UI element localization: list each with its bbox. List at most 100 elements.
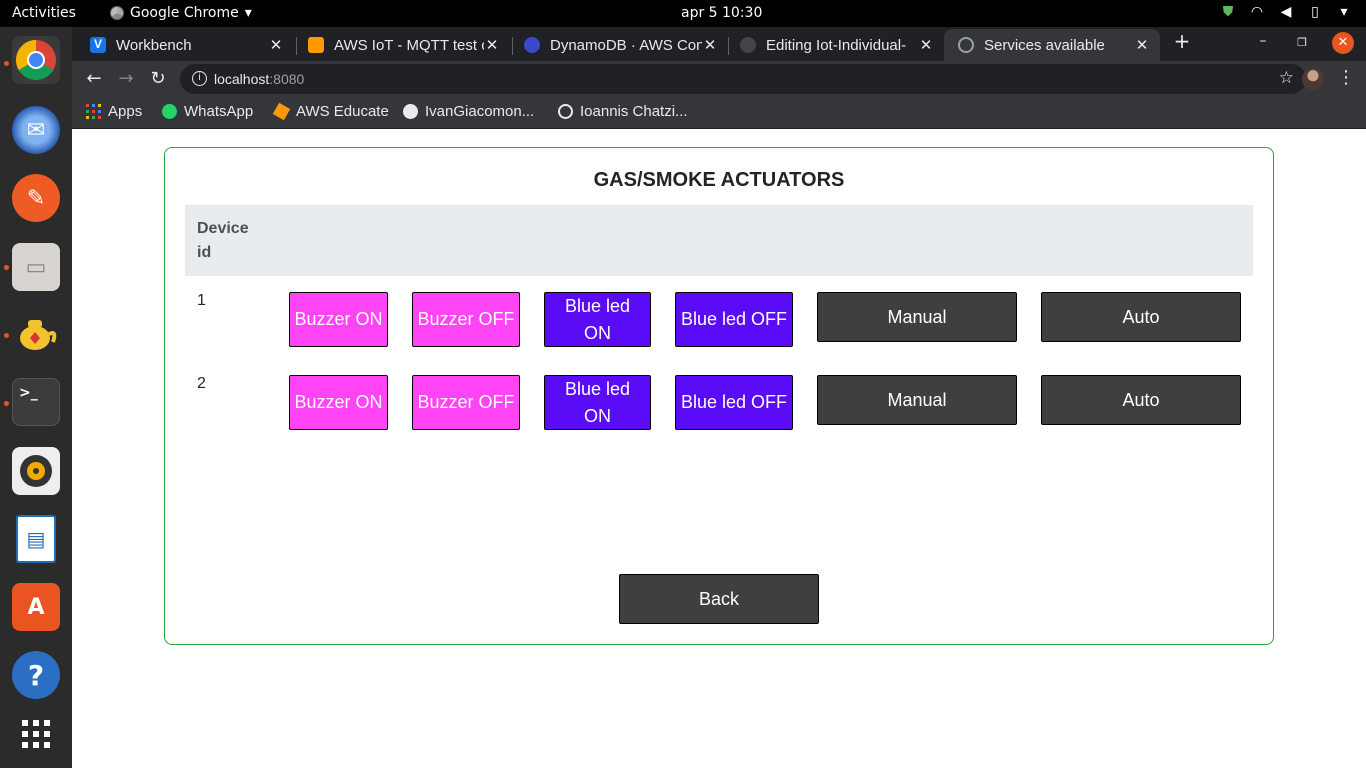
bookmark-aws-educate[interactable]: AWS Educate — [272, 102, 389, 121]
close-window-icon[interactable]: ✕ — [1332, 32, 1354, 54]
teapot-icon — [20, 320, 57, 350]
bookmark-ioannis[interactable]: Ioannis Chatzi... — [558, 103, 688, 120]
postman-dock-icon[interactable]: ✎ — [12, 174, 60, 222]
bookmark-label: Ioannis Chatzi... — [580, 103, 688, 120]
bookmark-star-icon[interactable]: ☆ — [1279, 68, 1294, 88]
page-title: GAS/SMOKE ACTUATORS — [593, 169, 845, 191]
clock[interactable]: apr 5 10:30 — [681, 5, 762, 21]
url-host: localhost — [214, 71, 270, 87]
close-icon[interactable]: ✕ — [702, 36, 718, 54]
bookmark-apps[interactable]: Apps — [86, 103, 142, 120]
speaker-icon — [20, 455, 52, 487]
chevron-down-icon[interactable]: ▾ — [1336, 4, 1352, 20]
actuators-panel: GAS/SMOKE ACTUATORS Device id 1 Buzzer O… — [164, 147, 1274, 645]
tab-label: DynamoDB · AWS Con — [550, 36, 702, 54]
activities-button[interactable]: Activities — [12, 5, 76, 21]
manual-button[interactable]: Manual — [817, 375, 1017, 425]
back-button[interactable]: Back — [619, 574, 819, 624]
blue-led-on-button[interactable]: Blue led ON — [544, 292, 651, 347]
mail-icon: ✉ — [26, 117, 46, 143]
running-indicator — [4, 401, 9, 406]
table-row: 1 Buzzer ON Buzzer OFF Blue led ON Blue … — [185, 292, 1253, 372]
page-content: GAS/SMOKE ACTUATORS Device id 1 Buzzer O… — [72, 130, 1366, 768]
buzzer-off-button[interactable]: Buzzer OFF — [412, 375, 520, 430]
reload-icon[interactable]: ↻ — [146, 67, 170, 91]
apps-grid-icon — [86, 104, 101, 119]
writer-dock-icon[interactable]: ▤ — [16, 515, 56, 563]
wifi-icon[interactable]: ◠ — [1249, 4, 1265, 20]
tab-dynamodb[interactable]: DynamoDB · AWS Con ✕ — [510, 29, 728, 61]
system-tray[interactable]: ⛊ ◠ ◀ ▯ ▾ — [1220, 4, 1352, 20]
bookmarks-bar: Apps WhatsApp AWS Educate IvanGiacomon..… — [72, 97, 1366, 129]
blue-led-off-button[interactable]: Blue led OFF — [675, 375, 793, 430]
close-icon[interactable]: ✕ — [268, 36, 284, 54]
bookmark-github-ivan[interactable]: IvanGiacomon... — [403, 103, 534, 120]
close-icon[interactable]: ✕ — [1134, 36, 1150, 54]
tab-github-editing[interactable]: Editing Iot-Individual- ✕ — [726, 29, 944, 61]
system-top-bar: Activities Google Chrome ▾ apr 5 10:30 ⛊… — [0, 0, 1366, 27]
manual-button[interactable]: Manual — [817, 292, 1017, 342]
aws-icon — [272, 102, 291, 121]
table-header: Device id — [185, 205, 1253, 276]
minimize-icon[interactable]: – — [1253, 33, 1273, 49]
new-tab-icon[interactable]: + — [1172, 29, 1192, 53]
rocket-icon: ✎ — [26, 185, 46, 211]
show-apps-button[interactable] — [12, 710, 60, 758]
auto-button[interactable]: Auto — [1041, 375, 1241, 425]
terminal-icon: >_ — [19, 385, 38, 401]
auto-button[interactable]: Auto — [1041, 292, 1241, 342]
column-header-device-id: Device id — [197, 220, 249, 261]
aws-icon — [308, 37, 324, 53]
bookmark-label: AWS Educate — [296, 103, 389, 120]
shopping-bag-icon: A — [27, 594, 45, 620]
teapot-dock-icon[interactable] — [12, 309, 60, 357]
blue-led-on-button[interactable]: Blue led ON — [544, 375, 651, 430]
chrome-icon — [110, 6, 124, 20]
volume-icon[interactable]: ◀ — [1278, 4, 1294, 20]
help-dock-icon[interactable]: ? — [12, 651, 60, 699]
forward-arrow-icon[interactable]: → — [114, 67, 138, 91]
tab-workbench[interactable]: V Workbench ✕ — [76, 29, 294, 61]
running-indicator — [4, 333, 9, 338]
dynamodb-icon — [524, 37, 540, 53]
question-icon: ? — [27, 658, 45, 692]
browser-toolbar: ← → ↻ i localhost:8080 ☆ ⋮ — [72, 61, 1366, 97]
globe-icon — [958, 37, 974, 53]
buzzer-on-button[interactable]: Buzzer ON — [289, 292, 388, 347]
blue-led-off-button[interactable]: Blue led OFF — [675, 292, 793, 347]
terminal-dock-icon[interactable]: >_ — [12, 378, 60, 426]
battery-icon[interactable]: ▯ — [1307, 4, 1323, 20]
grid-icon — [22, 720, 50, 748]
buzzer-on-button[interactable]: Buzzer ON — [289, 375, 388, 430]
close-icon[interactable]: ✕ — [918, 36, 934, 54]
github-icon — [403, 104, 418, 119]
files-dock-icon[interactable]: ▭ — [12, 243, 60, 291]
running-indicator — [4, 265, 9, 270]
bookmark-label: WhatsApp — [184, 103, 254, 120]
rhythmbox-dock-icon[interactable] — [12, 447, 60, 495]
info-icon[interactable]: i — [192, 71, 207, 86]
running-indicator — [4, 61, 9, 66]
tab-strip: V Workbench ✕ AWS IoT - MQTT test cl ✕ D… — [72, 27, 1366, 61]
thunderbird-dock-icon[interactable]: ✉ — [12, 106, 60, 154]
kebab-menu-icon[interactable]: ⋮ — [1337, 67, 1355, 88]
address-bar[interactable]: i localhost:8080 ☆ — [180, 64, 1306, 94]
software-dock-icon[interactable]: A — [12, 583, 60, 631]
dock: ✉ ✎ ▭ >_ ▤ A ? — [0, 27, 72, 768]
url-text[interactable]: localhost:8080 — [214, 71, 304, 87]
buzzer-off-button[interactable]: Buzzer OFF — [412, 292, 520, 347]
chrome-icon — [16, 40, 56, 80]
bookmark-whatsapp[interactable]: WhatsApp — [162, 103, 253, 120]
back-arrow-icon[interactable]: ← — [82, 67, 106, 91]
tab-label: AWS IoT - MQTT test cl — [334, 36, 484, 54]
avatar[interactable] — [1302, 68, 1324, 90]
chrome-dock-icon[interactable] — [12, 36, 60, 84]
vocareum-icon: V — [90, 37, 106, 53]
folder-icon: ▭ — [25, 254, 47, 280]
restore-icon[interactable]: ❐ — [1292, 36, 1312, 49]
tab-aws-iot[interactable]: AWS IoT - MQTT test cl ✕ — [294, 29, 510, 61]
close-icon[interactable]: ✕ — [484, 36, 500, 54]
app-menu[interactable]: Google Chrome ▾ — [110, 5, 252, 21]
shield-icon[interactable]: ⛊ — [1220, 4, 1236, 20]
tab-services-available[interactable]: Services available ✕ — [944, 29, 1160, 61]
